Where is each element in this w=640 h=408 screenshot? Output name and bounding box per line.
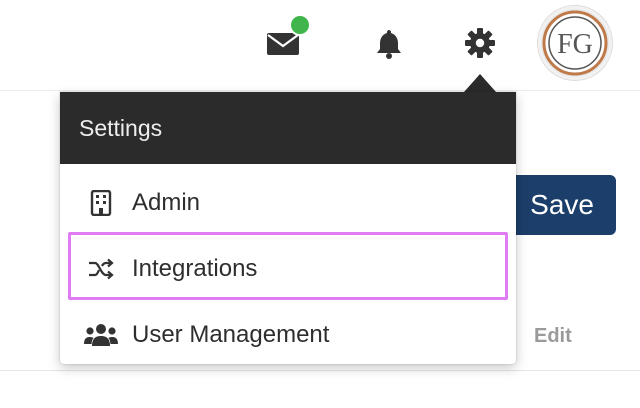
menu-item-label: Admin	[132, 189, 201, 216]
save-button-label: Save	[530, 189, 594, 220]
avatar-initials: FG	[557, 29, 593, 60]
divider	[0, 370, 640, 371]
settings-dropdown-header: Settings	[60, 92, 516, 164]
save-button[interactable]: Save	[505, 175, 616, 235]
menu-item-admin[interactable]: Admin	[60, 170, 516, 236]
settings-dropdown-title: Settings	[79, 114, 163, 141]
top-bar: FG	[0, 0, 640, 91]
mail-status-dot	[289, 14, 311, 36]
building-icon	[84, 190, 118, 216]
notifications-button[interactable]	[372, 27, 406, 61]
settings-dropdown: Settings Admin Integrations User Managem…	[60, 92, 516, 364]
settings-button[interactable]	[462, 25, 498, 61]
menu-item-integrations[interactable]: Integrations	[60, 236, 516, 302]
menu-item-label: User Management	[132, 321, 330, 348]
avatar[interactable]: FG	[538, 6, 612, 80]
gear-icon	[465, 28, 495, 58]
shuffle-icon	[84, 256, 118, 282]
users-icon	[84, 322, 118, 348]
menu-item-label: Integrations	[132, 255, 258, 282]
dropdown-caret	[464, 74, 496, 92]
bell-icon	[377, 30, 401, 59]
edit-link[interactable]: Edit	[534, 325, 572, 348]
avatar-logo: FG	[542, 10, 608, 76]
menu-item-user-management[interactable]: User Management	[60, 302, 516, 368]
